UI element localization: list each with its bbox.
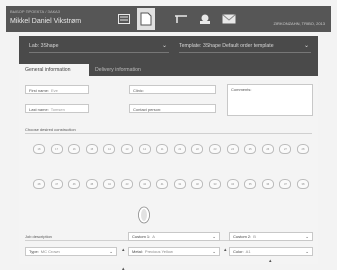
type-select[interactable]: Type: MC Crown ⌄ <box>25 247 117 256</box>
divider <box>25 133 312 134</box>
tab-general-information[interactable]: General information <box>19 64 89 76</box>
last-name-field[interactable]: Last name: Tomsen <box>25 104 89 113</box>
color-label: Color: <box>233 249 244 254</box>
panel-header: Lab: 3Shape ⌄ Template: 3Shape Default o… <box>19 36 318 76</box>
mail-icon <box>222 14 236 24</box>
tooth-21[interactable]: 21 <box>173 144 186 154</box>
clinic-field[interactable]: Clinic: <box>129 85 216 94</box>
tooth-47[interactable]: 47 <box>50 179 63 189</box>
contact-person-field[interactable]: Contact person: <box>129 104 216 113</box>
tooth-31[interactable]: 31 <box>173 179 186 189</box>
custom1-label: Custom 1: <box>132 234 151 239</box>
tooth-35[interactable]: 35 <box>244 179 257 189</box>
tooth-11[interactable]: 11 <box>156 144 169 154</box>
first-name-field[interactable]: First name: Eve <box>25 85 89 94</box>
tooth-18[interactable]: 18 <box>33 144 45 154</box>
tooth-28[interactable]: 28 <box>297 144 309 154</box>
tooth-26[interactable]: 26 <box>261 144 274 154</box>
template-label: Template: <box>179 43 202 49</box>
header-small-label: ВЫБОР ПРОЕКТА / ЗАКАЗ <box>10 9 61 14</box>
tooth-38[interactable]: 38 <box>297 179 309 189</box>
tab-delivery-information[interactable]: Delivery information <box>89 64 147 76</box>
clinic-label: Clinic: <box>133 88 144 93</box>
selected-tooth-icon[interactable] <box>137 205 151 225</box>
metal-select[interactable]: Metal: Precious Yellow ⌄ <box>128 247 220 256</box>
tooth-12[interactable]: 12 <box>138 144 151 154</box>
tooth-32[interactable]: 32 <box>191 179 204 189</box>
metal-label: Metal: <box>132 249 143 254</box>
tooth-46[interactable]: 46 <box>68 179 81 189</box>
color-select[interactable]: Color: A1 ⌄ <box>229 247 313 256</box>
tooth-33[interactable]: 33 <box>209 179 221 189</box>
type-label: Type: <box>29 249 39 254</box>
tooth-41[interactable]: 41 <box>156 179 169 189</box>
custom2-label: Custom 2: <box>233 234 252 239</box>
chevron-down-icon: ⌄ <box>212 234 216 239</box>
tooth-25[interactable]: 25 <box>244 144 257 154</box>
add-icon[interactable]: ▴ <box>122 247 125 253</box>
mill-icon <box>200 14 210 24</box>
tooth-34[interactable]: 34 <box>226 179 239 189</box>
tooth-16[interactable]: 16 <box>68 144 81 154</box>
tooth-22[interactable]: 22 <box>191 144 204 154</box>
first-name-value: Eve <box>51 88 58 93</box>
scan-icon <box>175 15 187 23</box>
first-name-label: First name: <box>29 88 50 93</box>
chevron-down-icon: ⌄ <box>305 234 309 239</box>
tooth-42[interactable]: 42 <box>138 179 151 189</box>
color-value: A1 <box>245 249 251 254</box>
tooth-45[interactable]: 45 <box>85 179 98 189</box>
tooth-13[interactable]: 13 <box>121 144 133 154</box>
tooth-24[interactable]: 24 <box>226 144 239 154</box>
template-select[interactable]: Template: 3Shape Default order template … <box>179 41 311 53</box>
last-name-value: Tomsen <box>50 107 65 112</box>
chevron-down-icon: ⌄ <box>303 43 309 49</box>
lab-label: Lab: <box>29 43 40 49</box>
tooth-23[interactable]: 23 <box>209 144 221 154</box>
tool-order-button[interactable] <box>137 8 155 30</box>
template-value: 3Shape Default order template <box>202 43 274 49</box>
custom1-value: A <box>152 234 155 239</box>
lab-select[interactable]: Lab: 3Shape ⌄ <box>29 41 169 53</box>
tool-mail-button[interactable] <box>220 10 238 28</box>
construction-title: Choose desired construction <box>25 127 76 132</box>
last-name-label: Last name: <box>29 107 49 112</box>
chevron-down-icon: ⌄ <box>161 43 167 49</box>
tool-mill-button[interactable] <box>196 10 214 28</box>
tooth-43[interactable]: 43 <box>121 179 133 189</box>
user-name: Mikkel Daniel Vikstrøm <box>10 18 82 25</box>
tooth-48[interactable]: 48 <box>33 179 45 189</box>
header-right-label: ZIRKONZAHN, TRIBO, 2013 <box>273 21 326 26</box>
custom2-select[interactable]: Custom 2: B ⌄ <box>229 232 313 241</box>
tooth-27[interactable]: 27 <box>279 144 292 154</box>
type-value: MC Crown <box>40 249 60 254</box>
tool-scan-button[interactable] <box>172 10 190 28</box>
job-title: Job description <box>25 234 52 239</box>
chevron-down-icon: ⌄ <box>109 249 113 254</box>
custom1-select[interactable]: Custom 1: A ⌄ <box>128 232 220 241</box>
tooth-37[interactable]: 37 <box>279 179 292 189</box>
add-icon[interactable]: ▴ <box>122 266 125 272</box>
chevron-down-icon: ⌄ <box>305 249 309 254</box>
add-icon[interactable]: ▴ <box>224 247 227 253</box>
tooth-15[interactable]: 15 <box>85 144 98 154</box>
list-icon <box>118 14 130 24</box>
order-panel: Lab: 3Shape ⌄ Template: 3Shape Default o… <box>19 36 318 272</box>
metal-value: Precious Yellow <box>144 249 173 254</box>
document-icon <box>140 12 152 26</box>
tooth-36[interactable]: 36 <box>261 179 274 189</box>
tooth-17[interactable]: 17 <box>50 144 63 154</box>
comments-label: Comments: <box>231 87 252 92</box>
add-icon[interactable]: ▴ <box>269 258 272 264</box>
comments-field[interactable]: Comments: <box>227 84 313 116</box>
tooth-44[interactable]: 44 <box>103 179 116 189</box>
tooth-14[interactable]: 14 <box>103 144 116 154</box>
chevron-down-icon: ⌄ <box>212 249 216 254</box>
app-window: ВЫБОР ПРОЕКТА / ЗАКАЗ Mikkel Daniel Viks… <box>0 0 337 272</box>
top-bar: ВЫБОР ПРОЕКТА / ЗАКАЗ Mikkel Daniel Viks… <box>6 6 331 32</box>
lab-value: 3Shape <box>40 43 59 49</box>
custom2-value: B <box>253 234 256 239</box>
contact-person-label: Contact person: <box>133 107 162 112</box>
tool-list-button[interactable] <box>115 10 133 28</box>
